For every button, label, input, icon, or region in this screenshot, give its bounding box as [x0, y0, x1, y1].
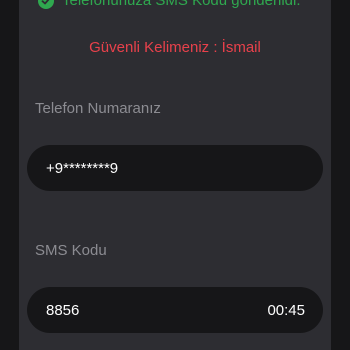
countdown-timer: 00:45	[267, 301, 305, 319]
sms-code-label: SMS Kodu	[35, 242, 107, 259]
phone-value: +9********9	[46, 159, 119, 177]
security-word-text: Güvenli Kelimeniz : İsmail	[89, 39, 261, 56]
sms-sent-notice: Telefonunuza SMS Kodu gönderildi.	[38, 0, 301, 10]
phone-field[interactable]: +9********9	[27, 145, 323, 191]
phone-label: Telefon Numaranız	[35, 100, 161, 117]
sms-code-field[interactable]: 8856 00:45	[27, 287, 323, 333]
check-circle-icon	[38, 0, 54, 9]
sms-sent-text: Telefonunuza SMS Kodu gönderildi.	[62, 0, 301, 9]
sms-code-value: 8856	[46, 301, 80, 319]
